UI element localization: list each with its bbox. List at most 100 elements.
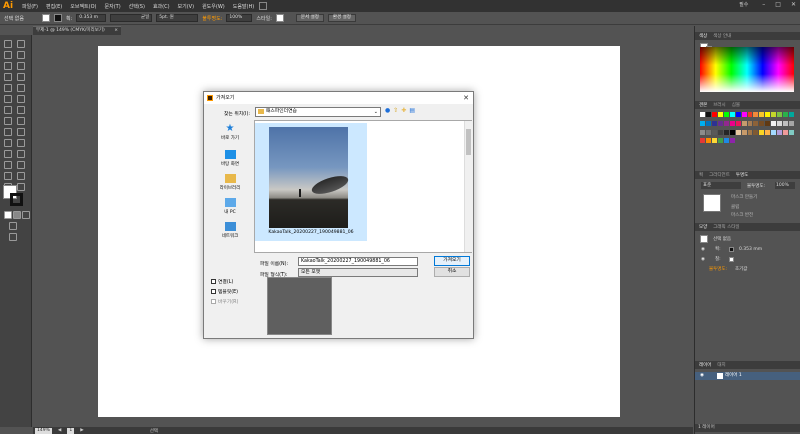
menu-edit[interactable]: 편집(E) [46,3,62,10]
artboard-tool-icon[interactable] [4,172,12,180]
stroke-swatch[interactable] [54,14,62,22]
tab-graphic-styles[interactable]: 그래픽 스타일 [713,224,739,230]
back-icon[interactable]: ● [385,107,390,114]
place-desktop[interactable]: 바탕 화면 [208,150,252,167]
tab-stroke[interactable]: 획 [699,172,703,178]
draw-mode-icon[interactable] [9,222,17,230]
opacity-field[interactable]: 100% [226,14,253,22]
blend-mode-select[interactable]: 표준 [701,182,741,189]
dialog-close-icon[interactable]: ✕ [463,94,469,102]
tab-transparency[interactable]: 투명도 [736,172,748,178]
document-setup-button[interactable]: 문서 설정 [295,14,324,22]
mask-thumbnail[interactable] [703,194,721,212]
menu-view[interactable]: 보기(V) [178,3,195,10]
gradient-mode-icon[interactable] [13,211,21,219]
gradient-tool-icon[interactable] [17,139,25,147]
blend-tool-icon[interactable] [17,150,25,158]
new-folder-icon[interactable]: ✚ [401,107,406,114]
arrange-documents-icon[interactable] [259,2,267,10]
eye-icon[interactable]: ◉ [701,245,705,254]
eyedropper-tool-icon[interactable] [4,150,12,158]
stroke-weight-field[interactable]: 0.353 m [76,14,107,22]
place-libraries[interactable]: 라이브러리 [208,174,252,191]
status-info[interactable]: 선택 [150,428,158,434]
zoom-tool-icon[interactable] [17,183,25,191]
direct-selection-tool-icon[interactable] [17,40,25,48]
tab-brushes[interactable]: 브러시 [713,102,725,108]
transparency-opacity-field[interactable]: 100% [775,182,795,189]
opacity-label[interactable]: 불투명도: [202,15,222,22]
appearance-stroke-row[interactable]: ◉ 획: 0.353 mm [695,245,800,254]
scrollbar-thumb[interactable] [466,129,471,155]
place-button[interactable]: 가져오기 [434,256,470,266]
color-spectrum[interactable] [700,47,794,92]
width-tool-icon[interactable] [4,117,12,125]
tab-symbols[interactable]: 심볼 [732,102,740,108]
screen-mode-icon[interactable] [9,233,17,241]
artboard-prev-icon[interactable]: ◀ [58,428,61,433]
selection-tool-icon[interactable] [4,40,12,48]
make-mask-button[interactable]: 마스크 만들기 [731,194,757,200]
up-folder-icon[interactable]: ⇧ [393,107,398,114]
pen-tool-icon[interactable] [4,62,12,70]
menu-effect[interactable]: 효과(C) [153,3,170,10]
lasso-tool-icon[interactable] [17,51,25,59]
place-this-pc[interactable]: 내 PC [208,198,252,215]
document-tab[interactable]: 무제-1 @ 149% (CMYK/미리보기) × [33,26,121,35]
layer-visibility-icon[interactable]: ◉ [700,372,704,380]
tab-color-guide[interactable]: 색상 안내 [713,33,731,39]
maximize-icon[interactable]: □ [775,1,781,8]
filename-input[interactable]: KakaoTalk_20200227_190049881_06 [298,257,418,266]
slice-tool-icon[interactable] [17,172,25,180]
invert-mask-checkbox[interactable]: 마스크 반전 [731,212,753,218]
artboard-next-icon[interactable]: ▶ [80,428,83,433]
file-list-scrollbar[interactable] [464,121,472,252]
tab-appearance[interactable]: 모양 [699,224,707,230]
none-mode-icon[interactable] [22,211,30,219]
place-network[interactable]: 네트워크 [208,222,252,239]
tab-swatches[interactable]: 견본 [699,102,707,108]
mesh-tool-icon[interactable] [4,139,12,147]
close-icon[interactable]: ✕ [791,1,796,8]
look-in-select[interactable]: 패스파인더연습 ⌄ [255,107,381,117]
symbol-sprayer-tool-icon[interactable] [4,161,12,169]
variable-width-select[interactable]: 균일 [110,14,153,22]
free-transform-tool-icon[interactable] [17,117,25,125]
layer-row[interactable]: ◉ 레이어 1 [695,372,800,380]
pencil-tool-icon[interactable] [17,84,25,92]
tab-gradient[interactable]: 그라디언트 [709,172,730,178]
column-graph-tool-icon[interactable] [17,161,25,169]
preferences-button[interactable]: 환경 설정 [327,14,356,22]
menu-file[interactable]: 파일(F) [22,3,38,10]
type-tool-icon[interactable] [17,62,25,70]
magic-wand-tool-icon[interactable] [4,51,12,59]
stroke-color-icon[interactable] [10,193,23,206]
menu-help[interactable]: 도움말(H) [233,3,254,10]
perspective-grid-tool-icon[interactable] [17,128,25,136]
layer-name[interactable]: 레이어 1 [725,373,742,378]
rotate-tool-icon[interactable] [4,106,12,114]
view-menu-icon[interactable]: ▤ [409,107,415,114]
appearance-fill-row[interactable]: ◉ 칠: [695,255,800,264]
eraser-tool-icon[interactable] [17,95,25,103]
cancel-button[interactable]: 취소 [434,267,470,277]
document-close-icon[interactable]: × [114,27,118,35]
link-checkbox[interactable]: 연결(L) [211,278,233,285]
menu-window[interactable]: 윈도우(W) [202,3,225,10]
zoom-field[interactable]: 149% [35,427,52,434]
filetype-select[interactable]: 모든 포맷 [298,268,418,277]
menu-type[interactable]: 문자(T) [105,3,121,10]
color-mode-icon[interactable] [4,211,12,219]
clip-checkbox[interactable]: 클립 [731,204,739,210]
tab-layers[interactable]: 레이어 [699,362,711,368]
workspace-switcher[interactable]: 필수 [739,1,748,8]
fill-swatch[interactable] [42,14,50,22]
artboard-number-field[interactable]: 1 [67,427,75,434]
template-checkbox[interactable]: 템플릿(E) [211,288,238,295]
tab-color[interactable]: 색상 [699,33,707,39]
tab-artboards[interactable]: 대지 [717,362,725,368]
line-tool-icon[interactable] [4,73,12,81]
file-list[interactable]: KakaoTalk_20200227_190049881_06 [254,120,472,253]
shape-builder-tool-icon[interactable] [4,128,12,136]
place-quick-access[interactable]: ★ 바로 가기 [208,124,252,142]
